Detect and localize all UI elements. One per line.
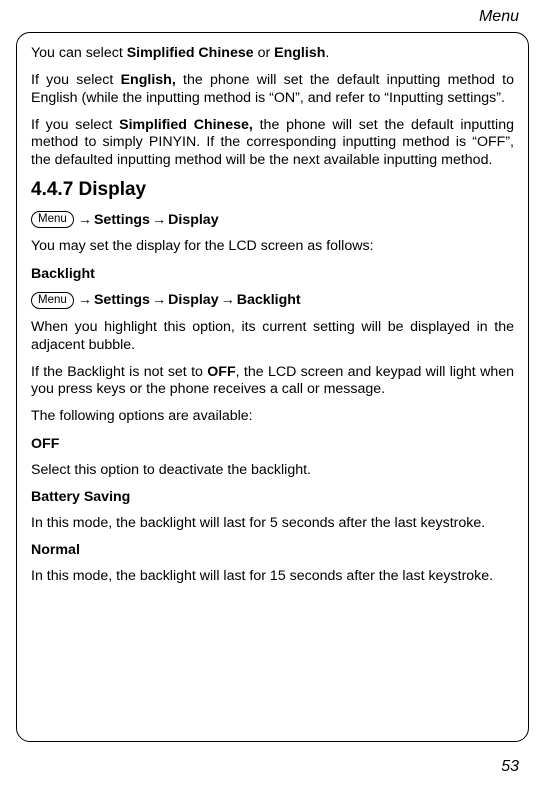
backlight-p1: When you highlight this option, its curr… (31, 319, 514, 354)
text: If the Backlight is not set to (31, 364, 207, 380)
nav-seg: Settings (94, 212, 150, 228)
battery-saving-desc: In this mode, the backlight will last fo… (31, 515, 514, 532)
arrow-icon: → (221, 292, 235, 308)
bold-text: English, (121, 72, 176, 88)
backlight-p3: The following options are available: (31, 408, 514, 425)
intro-p3: If you select Simplified Chinese, the ph… (31, 117, 514, 169)
text: You can select (31, 45, 127, 61)
arrow-icon: → (152, 292, 166, 308)
page-number: 53 (501, 758, 519, 776)
bold-text: Simplified Chinese (127, 45, 254, 61)
text: or (254, 45, 275, 61)
arrow-icon: → (78, 212, 92, 228)
normal-desc: In this mode, the backlight will last fo… (31, 568, 514, 585)
subhead-battery-saving: Battery Saving (31, 489, 514, 505)
nav-seg: Display (168, 212, 218, 228)
subhead-off: OFF (31, 436, 514, 452)
off-desc: Select this option to deactivate the bac… (31, 462, 514, 479)
menu-pill: Menu (31, 211, 74, 229)
text: If you select (31, 72, 121, 88)
bold-text: OFF (207, 364, 235, 380)
menu-pill: Menu (31, 292, 74, 310)
page-frame: You can select Simplified Chinese or Eng… (16, 32, 529, 742)
nav-path-backlight: Menu →Settings→Display→Backlight (31, 292, 514, 310)
intro-p1: You can select Simplified Chinese or Eng… (31, 45, 514, 62)
section-header: Menu (0, 0, 545, 30)
text: . (325, 45, 329, 61)
subhead-backlight: Backlight (31, 266, 514, 282)
bold-text: English (274, 45, 325, 61)
display-p1: You may set the display for the LCD scre… (31, 238, 514, 255)
bold-text: Simplified Chinese, (119, 117, 253, 133)
nav-seg: Settings (94, 292, 150, 308)
heading-4-4-7: 4.4.7 Display (31, 179, 514, 201)
arrow-icon: → (152, 212, 166, 228)
nav-path-display: Menu →Settings→Display (31, 211, 514, 229)
nav-seg: Display (168, 292, 218, 308)
text: If you select (31, 117, 119, 133)
backlight-p2: If the Backlight is not set to OFF, the … (31, 364, 514, 399)
arrow-icon: → (78, 292, 92, 308)
subhead-normal: Normal (31, 542, 514, 558)
nav-seg: Backlight (237, 292, 301, 308)
intro-p2: If you select English, the phone will se… (31, 72, 514, 107)
